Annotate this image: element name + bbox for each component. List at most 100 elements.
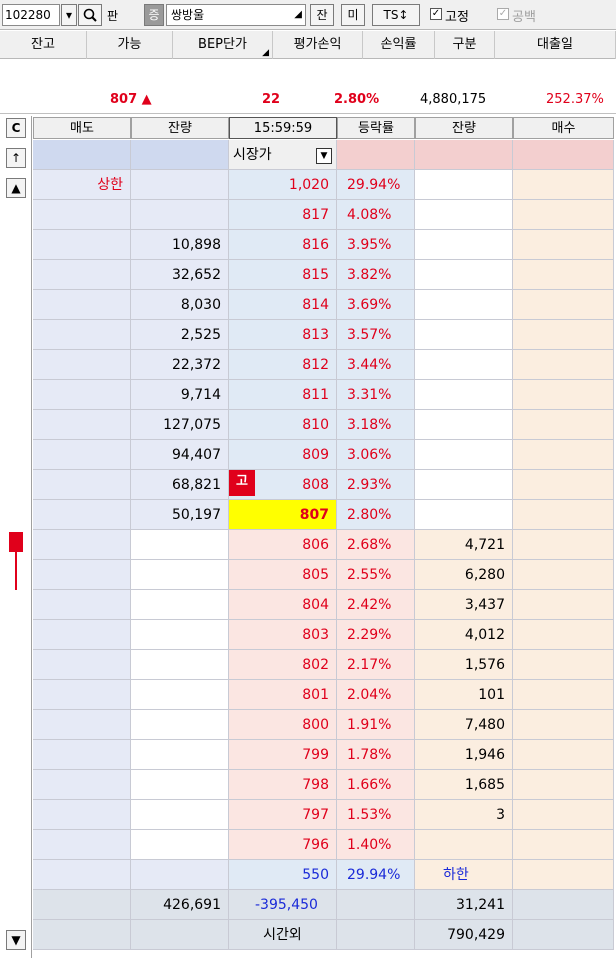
cell[interactable] [415,140,513,170]
sell-qty-cell[interactable] [131,620,229,650]
cell[interactable] [513,140,614,170]
buy-price-cell[interactable]: 799 [229,740,337,770]
cell[interactable] [33,140,131,170]
dropdown-button[interactable]: ▾ [61,4,77,26]
buy-qty-cell[interactable]: 3,437 [415,590,513,620]
lower-limit-label[interactable]: 하한 [415,860,513,890]
buy-qty-cell[interactable] [415,170,513,200]
buy-price-cell[interactable]: 797 [229,800,337,830]
buy-price-cell[interactable]: 796 [229,830,337,860]
buy-qty-cell[interactable]: 4,721 [415,530,513,560]
header-bep[interactable]: BEP단가 ◢ [173,31,273,59]
buy-cell[interactable] [513,620,614,650]
sell-qty-cell[interactable]: 9,714 [131,380,229,410]
header-loan-date[interactable]: 대출일 [495,31,616,59]
cell[interactable] [337,140,415,170]
buy-price-cell[interactable]: 803 [229,620,337,650]
sell-cell[interactable] [33,770,131,800]
buy-qty-cell[interactable]: 101 [415,680,513,710]
buy-cell[interactable] [513,320,614,350]
sell-cell[interactable] [33,680,131,710]
buy-qty-cell[interactable] [415,260,513,290]
sell-cell[interactable] [33,800,131,830]
sell-cell[interactable] [33,710,131,740]
sell-qty-cell[interactable] [131,590,229,620]
buy-qty-cell[interactable] [415,500,513,530]
sell-label-cell[interactable] [33,350,131,380]
sell-label-cell[interactable] [33,470,131,500]
buy-cell[interactable] [513,380,614,410]
buy-qty-cell[interactable] [415,290,513,320]
buy-qty-cell[interactable] [415,320,513,350]
sell-label-cell[interactable] [33,380,131,410]
buy-price-cell[interactable]: 805 [229,560,337,590]
buy-cell[interactable] [513,500,614,530]
market-price-select[interactable]: 시장가 ▼ [229,140,337,170]
sell-cell[interactable] [33,620,131,650]
sell-cell[interactable] [33,560,131,590]
buy-cell[interactable] [513,290,614,320]
buy-qty-cell[interactable] [415,440,513,470]
sell-label-cell[interactable] [33,440,131,470]
sell-label-cell[interactable] [33,230,131,260]
buy-qty-cell[interactable] [415,830,513,860]
buy-price-cell[interactable]: 804 [229,590,337,620]
sell-qty-cell[interactable] [131,530,229,560]
sell-qty-cell[interactable]: 127,075 [131,410,229,440]
sell-price-cell[interactable]: 813 [229,320,337,350]
sell-price-cell[interactable]: 811 [229,380,337,410]
buy-price-cell[interactable]: 801 [229,680,337,710]
sell-label-cell[interactable] [33,320,131,350]
buy-cell[interactable] [513,710,614,740]
buy-cell[interactable] [513,650,614,680]
jan-button[interactable]: 잔 [310,4,334,26]
sell-qty-cell[interactable] [131,860,229,890]
sell-qty-cell[interactable]: 2,525 [131,320,229,350]
sell-label-cell[interactable] [33,410,131,440]
scroll-down-button[interactable]: ▼ [6,930,26,950]
buy-cell[interactable] [513,530,614,560]
buy-cell[interactable] [513,800,614,830]
buy-cell[interactable] [513,440,614,470]
buy-cell[interactable] [513,350,614,380]
buy-cell[interactable] [513,410,614,440]
header-available[interactable]: 가능 [87,31,173,59]
buy-price-cell[interactable]: 798 [229,770,337,800]
buy-qty-cell[interactable] [415,230,513,260]
sell-qty-cell[interactable] [131,740,229,770]
buy-qty-cell[interactable] [415,350,513,380]
sell-qty-cell[interactable] [131,710,229,740]
sell-price-cell[interactable]: 1,020 [229,170,337,200]
buy-price-cell[interactable]: 550 [229,860,337,890]
sell-qty-cell[interactable] [131,650,229,680]
sell-qty-cell[interactable] [131,800,229,830]
sell-qty-cell[interactable] [131,170,229,200]
fixed-checkbox[interactable]: ✓ [430,8,442,20]
ts-button[interactable]: TS↕ [372,4,420,26]
header-type[interactable]: 구분 [435,31,495,59]
sell-label-cell[interactable] [33,260,131,290]
buy-cell[interactable] [513,560,614,590]
header-pnl-rate[interactable]: 손익률 [363,31,435,59]
buy-qty-cell[interactable] [415,200,513,230]
cell[interactable] [131,140,229,170]
sell-qty-cell[interactable] [131,770,229,800]
sell-price-cell[interactable]: 812 [229,350,337,380]
buy-cell[interactable] [513,770,614,800]
buy-cell[interactable] [513,860,614,890]
stock-code-input[interactable]: 102280 [2,4,60,26]
sell-label-cell[interactable] [33,500,131,530]
sell-price-cell[interactable]: 809 [229,440,337,470]
gongbaek-checkbox[interactable]: ✓ [497,8,509,20]
sell-cell[interactable] [33,860,131,890]
c-button[interactable]: C [6,118,26,138]
sell-qty-cell[interactable]: 32,652 [131,260,229,290]
buy-qty-cell[interactable]: 1,946 [415,740,513,770]
sell-qty-cell[interactable] [131,830,229,860]
sell-qty-cell[interactable]: 94,407 [131,440,229,470]
buy-cell[interactable] [513,830,614,860]
scroll-up-button[interactable]: ▲ [6,178,26,198]
sell-qty-cell[interactable]: 22,372 [131,350,229,380]
sell-qty-cell[interactable] [131,200,229,230]
buy-cell[interactable] [513,740,614,770]
